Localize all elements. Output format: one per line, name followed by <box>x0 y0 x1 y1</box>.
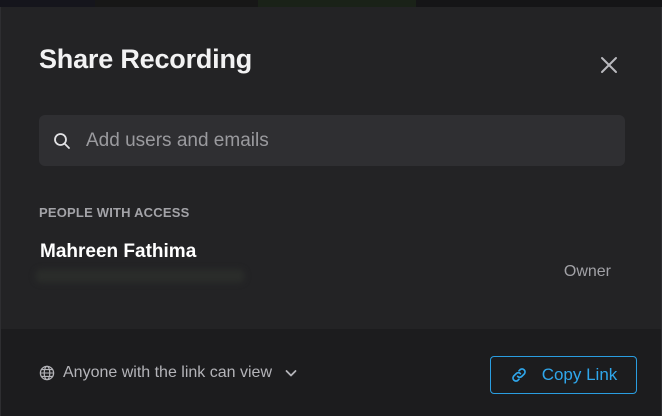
dialog-footer: Anyone with the link can view Copy Link <box>1 329 661 416</box>
search-field[interactable] <box>39 115 625 166</box>
link-access-label: Anyone with the link can view <box>63 364 272 381</box>
backdrop <box>0 0 662 7</box>
person-email-redacted <box>35 269 245 283</box>
dialog-title: Share Recording <box>39 44 253 74</box>
chevron-down-icon <box>284 366 298 380</box>
share-dialog: Share Recording PEOPLE WITH ACCESS Mahre… <box>0 7 662 416</box>
person-name: Mahreen Fathima <box>40 241 197 262</box>
person-role: Owner <box>563 263 611 280</box>
search-input[interactable] <box>84 128 588 153</box>
close-icon <box>601 57 617 73</box>
search-icon <box>52 131 72 151</box>
close-button[interactable] <box>595 51 623 79</box>
globe-icon <box>39 365 55 381</box>
person-row: Mahreen Fathima Owner <box>35 239 625 299</box>
link-icon <box>510 366 528 384</box>
link-access-dropdown[interactable]: Anyone with the link can view <box>39 364 298 382</box>
copy-link-button[interactable]: Copy Link <box>490 356 637 394</box>
people-with-access-heading: PEOPLE WITH ACCESS <box>39 205 190 220</box>
copy-link-label: Copy Link <box>541 365 618 384</box>
